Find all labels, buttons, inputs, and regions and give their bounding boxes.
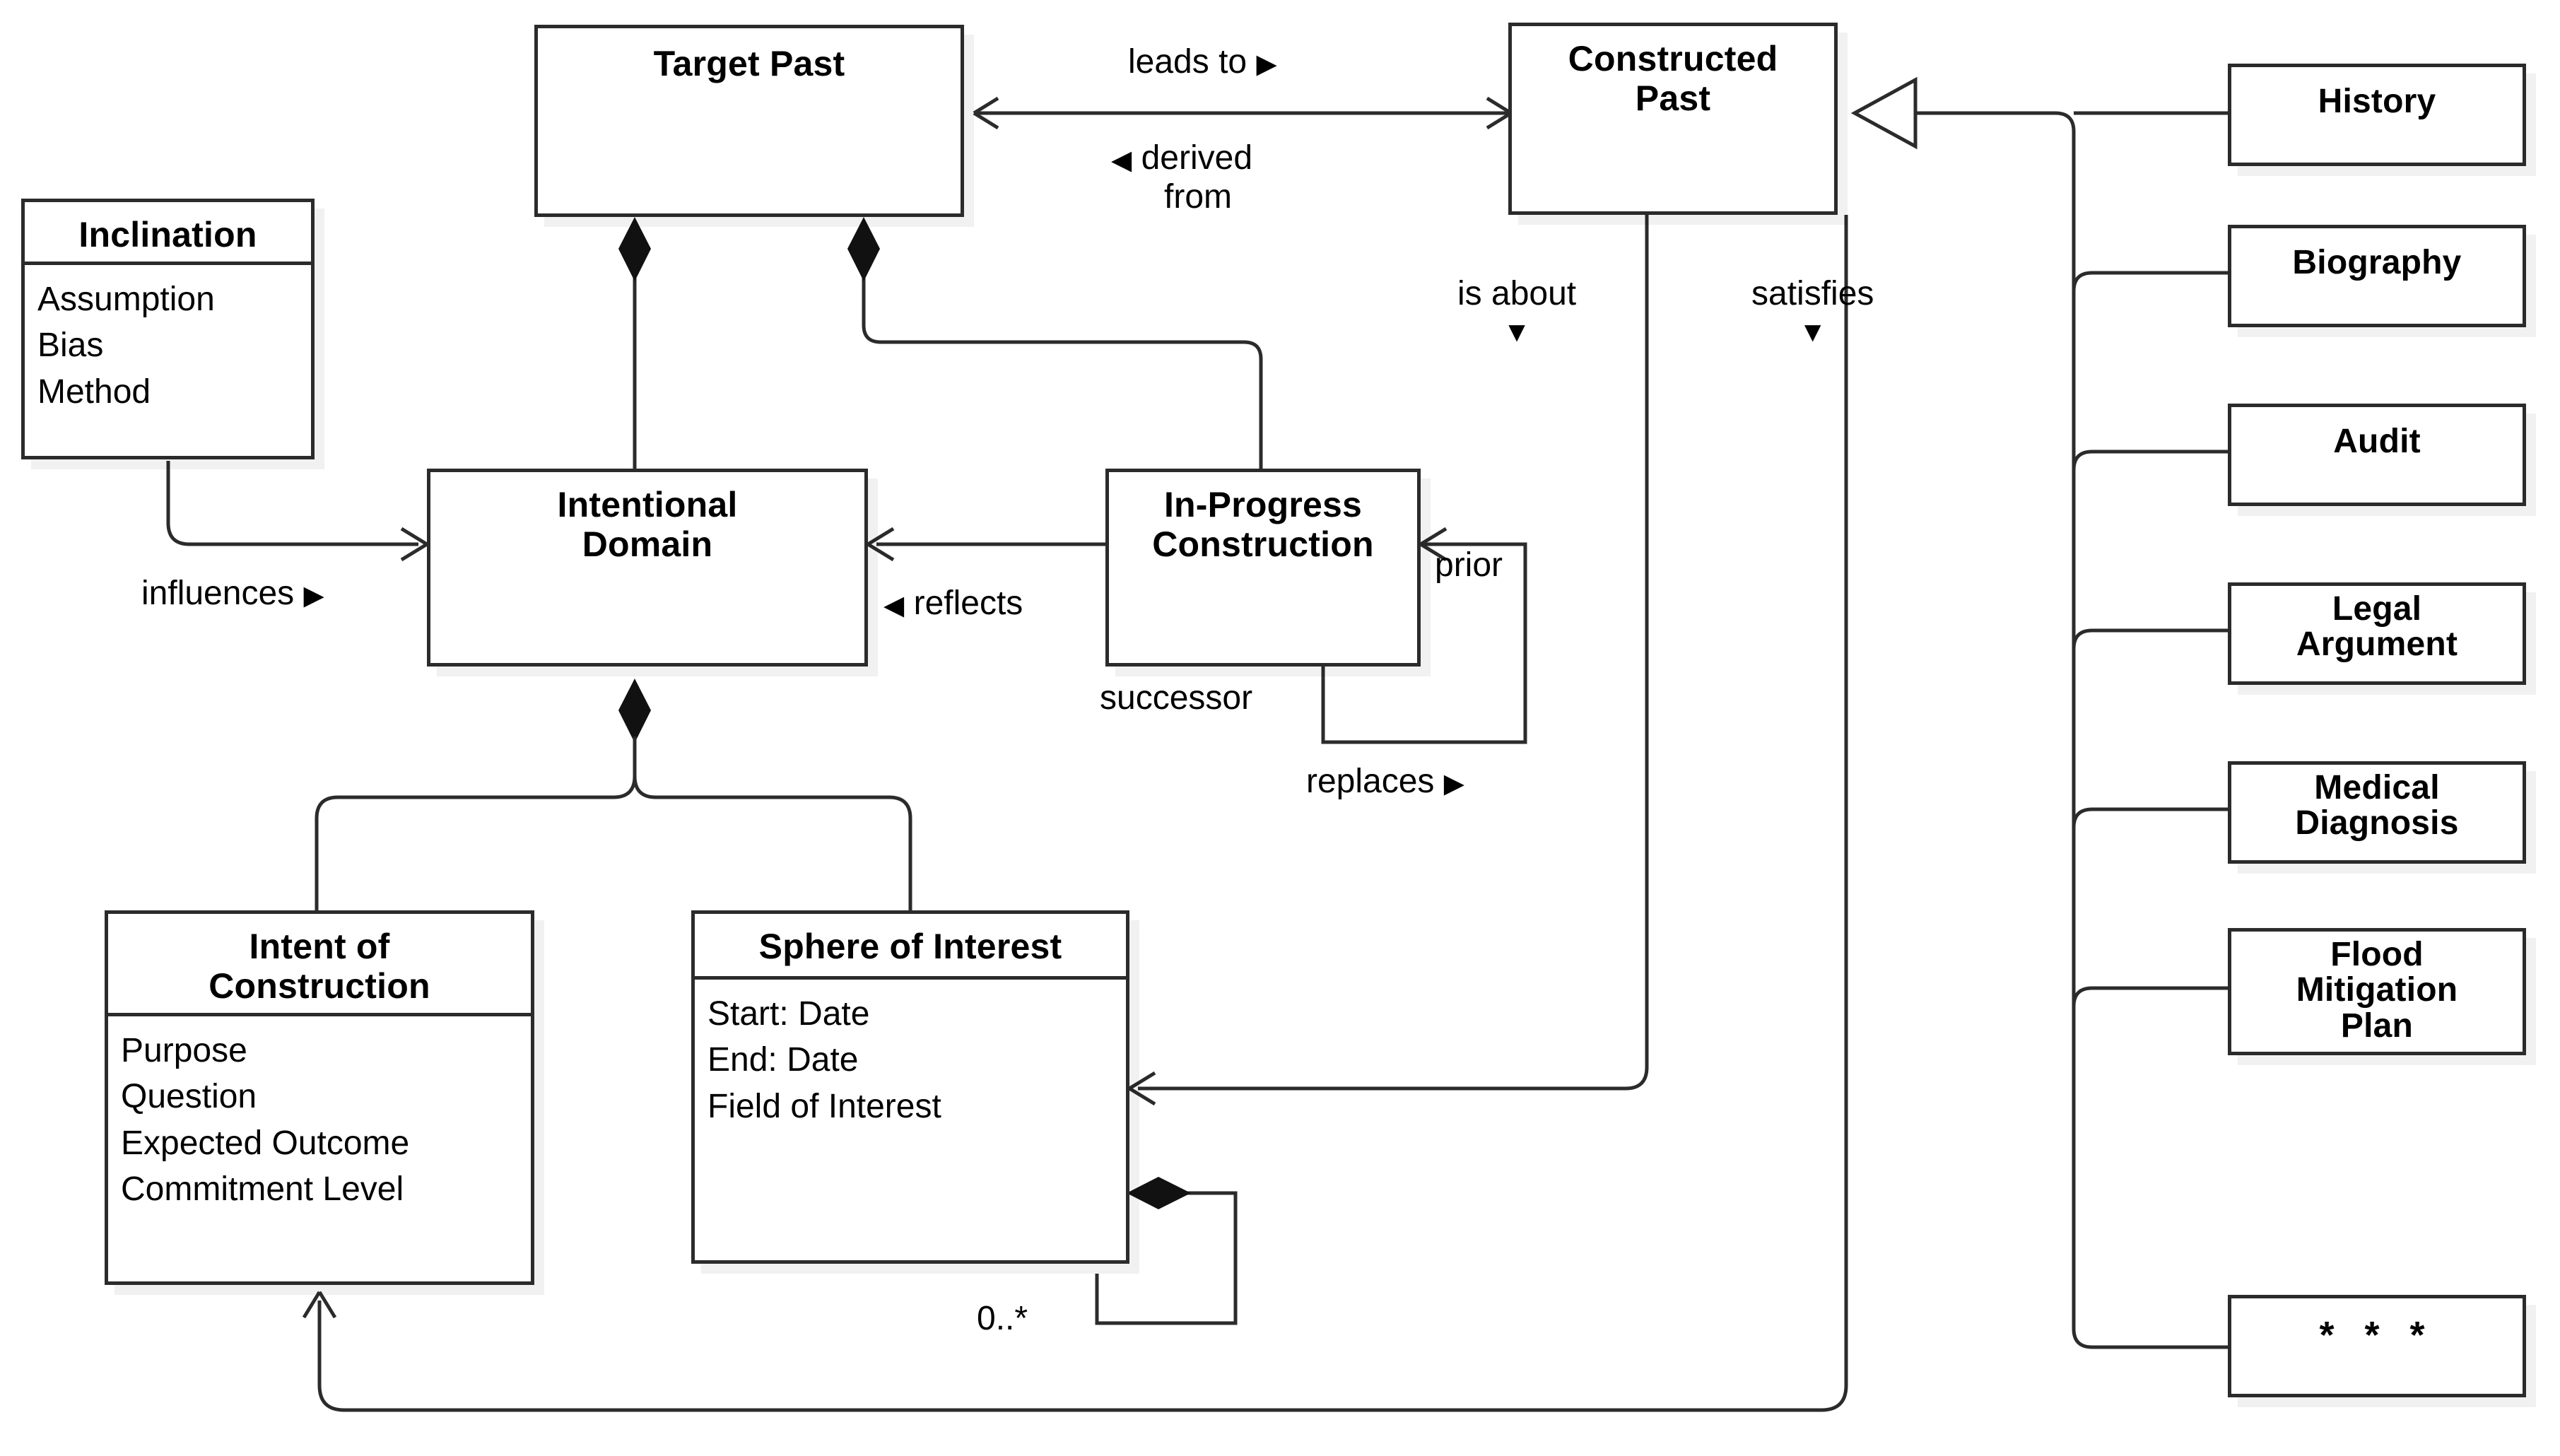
class-title-inclination: Inclination [78, 215, 257, 254]
edge-generalization-tree [1850, 76, 2228, 1349]
class-title-flood-mitigation-plan-line1: Flood [2330, 936, 2424, 973]
class-title-constructed-past-line1: Constructed [1568, 39, 1778, 78]
attribute-start-date: Start: Date [707, 995, 870, 1033]
class-title-constructed-past-line2: Past [1635, 78, 1711, 118]
triangle-right-icon-influences: ▶ [303, 581, 324, 611]
class-title-legal-argument-line1: Legal [2332, 590, 2422, 628]
uml-class-diagram: Inclination Assumption Bias Method Targe… [0, 0, 2560, 1456]
triangle-down-icon-is-about: ▼ [1503, 317, 1531, 348]
class-attributes-inclination: Assumption Bias Method [25, 265, 311, 422]
class-title-biography-line1: Biography [2292, 244, 2462, 281]
attribute-end-date: End: Date [707, 1041, 859, 1079]
edge-inclination-influences-intentional-domain [166, 461, 428, 562]
class-box-biography[interactable]: Biography [2228, 225, 2526, 327]
class-title-medical-diagnosis-line1: Medical [2314, 769, 2440, 806]
triangle-down-icon-satisfies: ▼ [1798, 317, 1827, 348]
class-box-intent-of-construction[interactable]: Intent of Construction Purpose Question … [105, 910, 534, 1285]
class-title-medical-diagnosis: Medical Diagnosis [2231, 765, 2523, 849]
edge-label-replaces-text: replaces [1306, 763, 1435, 800]
class-title-intent-of-construction-line1: Intent of [249, 927, 390, 966]
edge-label-influences-text: influences [141, 575, 295, 612]
class-title-ellipsis-line1: * * * [2319, 1314, 2435, 1356]
edge-label-leads-to-text: leads to [1128, 43, 1247, 81]
edge-target-past-in-progress-construction [847, 217, 1263, 469]
triangle-right-icon-replaces: ▶ [1443, 769, 1465, 799]
edge-target-past-constructed-past [973, 96, 1513, 130]
class-box-medical-diagnosis[interactable]: Medical Diagnosis [2228, 761, 2526, 864]
triangle-right-icon: ▶ [1256, 49, 1277, 79]
edge-target-past-intentional-domain [618, 217, 651, 469]
class-box-intentional-domain[interactable]: Intentional Domain [427, 469, 868, 667]
edge-label-derived-from-line1: derived [1141, 139, 1253, 177]
attribute-commitment-level: Commitment Level [121, 1170, 404, 1208]
edge-intentional-domain-sphere-of-interest [633, 736, 912, 910]
class-title-in-progress-construction: In-Progress Construction [1109, 472, 1417, 571]
edge-label-leads-to: leads to ▶ [1128, 42, 1277, 81]
class-box-sphere-of-interest[interactable]: Sphere of Interest Start: Date End: Date… [691, 910, 1129, 1264]
edge-label-reflects: ◀ reflects [883, 584, 1023, 623]
class-title-ellipsis: * * * [2231, 1298, 2523, 1363]
attribute-assumption: Assumption [37, 281, 215, 318]
edge-label-is-about-text: is about [1457, 275, 1577, 312]
class-attributes-intent-of-construction: Purpose Question Expected Outcome Commit… [108, 1016, 531, 1219]
edge-in-progress-reflects-intentional-domain [867, 527, 1105, 562]
edge-label-derived-from: ◀ derived from [1111, 139, 1252, 216]
edge-label-multiplicity-sphere: 0..* [977, 1300, 1028, 1337]
edge-label-is-about: is about ▼ [1457, 274, 1576, 348]
attribute-field-of-interest: Field of Interest [707, 1087, 941, 1125]
class-title-legal-argument-line2: Argument [2296, 626, 2458, 664]
class-title-in-progress-construction-line1: In-Progress [1163, 485, 1363, 524]
class-title-intent-of-construction-line2: Construction [209, 966, 430, 1006]
attribute-purpose: Purpose [121, 1032, 247, 1069]
edge-intentional-domain-intent-of-construction [315, 679, 651, 910]
class-title-intent-of-construction: Intent of Construction [108, 914, 531, 1013]
class-box-constructed-past[interactable]: Constructed Past [1508, 23, 1838, 215]
edge-label-satisfies-text: satisfies [1751, 275, 1874, 312]
class-title-target-past: Target Past [653, 44, 845, 83]
class-box-flood-mitigation-plan[interactable]: Flood Mitigation Plan [2228, 928, 2526, 1055]
class-attributes-sphere-of-interest: Start: Date End: Date Field of Interest [695, 980, 1126, 1137]
class-title-intentional-domain: Intentional Domain [430, 472, 864, 571]
class-title-audit: Audit [2231, 407, 2523, 468]
edge-label-derived-from-line2: from [1164, 178, 1232, 216]
class-title-flood-mitigation-plan-line3: Plan [2340, 1006, 2414, 1045]
attribute-question: Question [121, 1078, 257, 1116]
edge-label-prior: prior [1435, 546, 1503, 584]
class-title-legal-argument: Legal Argument [2231, 586, 2523, 670]
class-title-sphere-of-interest: Sphere of Interest [758, 927, 1062, 966]
triangle-left-icon: ◀ [1111, 146, 1132, 175]
class-box-target-past[interactable]: Target Past [534, 25, 964, 217]
attribute-bias: Bias [37, 327, 104, 365]
class-title-intentional-domain-line1: Intentional [557, 485, 738, 524]
class-title-medical-diagnosis-line2: Diagnosis [2295, 804, 2459, 843]
class-title-constructed-past: Constructed Past [1512, 26, 1834, 125]
class-box-inclination[interactable]: Inclination Assumption Bias Method [21, 199, 315, 459]
edge-label-influences: influences ▶ [141, 574, 324, 613]
class-box-history[interactable]: History [2228, 64, 2526, 166]
edge-label-replaces: replaces ▶ [1306, 762, 1464, 801]
class-title-history-line1: History [2318, 83, 2436, 120]
attribute-expected-outcome: Expected Outcome [121, 1124, 410, 1162]
class-title-audit-line1: Audit [2333, 423, 2421, 460]
triangle-left-icon-reflects: ◀ [883, 591, 905, 621]
class-title-flood-mitigation-plan: Flood Mitigation Plan [2231, 932, 2523, 1051]
edge-label-reflects-text: reflects [913, 585, 1023, 622]
class-box-audit[interactable]: Audit [2228, 404, 2526, 506]
attribute-method: Method [37, 372, 151, 411]
class-title-biography: Biography [2231, 228, 2523, 289]
class-title-intentional-domain-line2: Domain [582, 524, 713, 564]
edge-label-satisfies: satisfies ▼ [1751, 274, 1874, 348]
class-box-ellipsis[interactable]: * * * [2228, 1295, 2526, 1397]
class-box-legal-argument[interactable]: Legal Argument [2228, 582, 2526, 685]
class-title-flood-mitigation-plan-line2: Mitigation [2296, 971, 2458, 1009]
edge-label-successor: successor [1100, 679, 1253, 717]
class-title-in-progress-construction-line2: Construction [1152, 524, 1374, 564]
class-title-history: History [2231, 67, 2523, 128]
class-box-in-progress-construction[interactable]: In-Progress Construction [1105, 469, 1421, 667]
